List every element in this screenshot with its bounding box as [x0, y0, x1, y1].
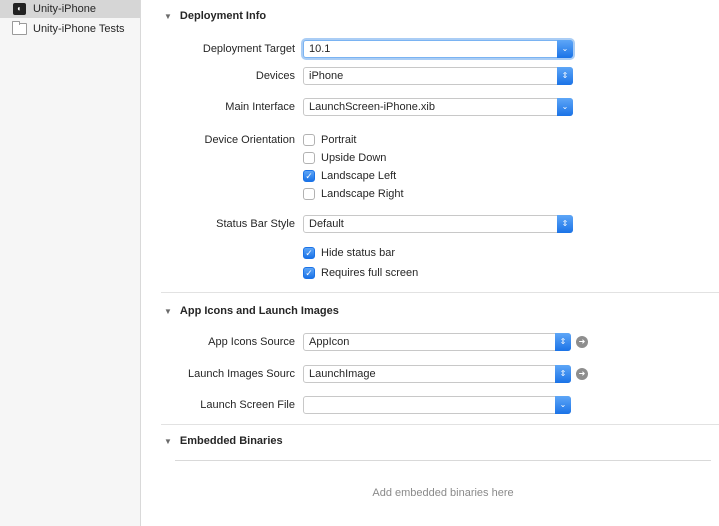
checkbox-landscape-left[interactable]: ✓ Landscape Left [303, 167, 396, 185]
checkbox-hide-status-bar[interactable]: ✓ Hide status bar [303, 244, 395, 262]
deployment-target-combobox[interactable]: 10.1 ⌄ [303, 40, 573, 58]
disclosure-triangle-icon[interactable]: ▼ [164, 307, 172, 316]
section-title: App Icons and Launch Images [179, 305, 339, 317]
status-bar-style-value: Default [309, 218, 344, 230]
disclosure-triangle-icon[interactable]: ▼ [164, 437, 172, 446]
devices-value: iPhone [309, 70, 344, 82]
launch-images-source-popup[interactable]: LaunchImage ⇕ [303, 365, 571, 383]
app-icons-source-label: App Icons Source [208, 336, 295, 348]
disclosure-triangle-icon[interactable]: ▼ [164, 12, 172, 21]
section-title: Deployment Info [179, 10, 267, 22]
checkbox-upside-down[interactable]: Upside Down [303, 149, 386, 167]
updown-chevron-icon[interactable]: ⇕ [557, 67, 573, 85]
go-to-asset-arrow-icon[interactable]: ➜ [576, 368, 588, 380]
sidebar-item-unity-iphone[interactable]: ◐ Unity-iPhone [0, 0, 140, 18]
app-target-icon: ◐ [12, 3, 27, 15]
devices-popup[interactable]: iPhone ⇕ [303, 67, 573, 85]
updown-chevron-icon[interactable]: ⇕ [555, 333, 571, 351]
section-header-embedded-binaries[interactable]: ▼ Embedded Binaries [164, 432, 283, 450]
sidebar-item-label: Unity-iPhone [33, 3, 96, 15]
checkbox-label: Landscape Left [321, 170, 397, 182]
launch-screen-file-combobox[interactable]: ⌄ [303, 396, 571, 414]
checkbox-label: Upside Down [321, 152, 387, 164]
section-header-app-icons[interactable]: ▼ App Icons and Launch Images [164, 302, 339, 320]
deployment-target-value[interactable]: 10.1 [309, 43, 330, 55]
status-bar-style-popup[interactable]: Default ⇕ [303, 215, 573, 233]
checkbox-requires-full-screen[interactable]: ✓ Requires full screen [303, 264, 418, 282]
device-orientation-label: Device Orientation [204, 134, 296, 146]
launch-screen-file-label: Launch Screen File [200, 399, 295, 411]
checkbox-portrait[interactable]: Portrait [303, 131, 356, 149]
sidebar-item-label: Unity-iPhone Tests [33, 23, 125, 35]
checkbox-label: Portrait [321, 134, 357, 146]
section-divider [161, 292, 719, 293]
checkmark-icon[interactable]: ✓ [303, 247, 315, 259]
main-interface-value[interactable]: LaunchScreen-iPhone.xib [309, 101, 435, 113]
targets-sidebar: ◐ Unity-iPhone Unity-iPhone Tests [0, 0, 141, 526]
launch-images-source-label: Launch Images Sourc [187, 368, 295, 380]
devices-label: Devices [255, 70, 295, 82]
embedded-binaries-placeholder: Add embedded binaries here [372, 487, 514, 499]
chevron-down-icon[interactable]: ⌄ [557, 98, 573, 116]
deployment-target-label: Deployment Target [202, 43, 295, 55]
checkbox-label: Landscape Right [321, 188, 404, 200]
folder-icon [12, 21, 27, 35]
section-divider [161, 424, 719, 425]
sidebar-item-unity-iphone-tests[interactable]: Unity-iPhone Tests [0, 20, 140, 38]
section-header-deployment-info[interactable]: ▼ Deployment Info [164, 7, 266, 25]
chevron-down-icon[interactable]: ⌄ [555, 396, 571, 414]
embedded-binaries-list[interactable]: Add embedded binaries here [175, 460, 711, 526]
chevron-down-icon[interactable]: ⌄ [557, 40, 573, 58]
updown-chevron-icon[interactable]: ⇕ [557, 215, 573, 233]
status-bar-style-label: Status Bar Style [216, 218, 295, 230]
checkbox-label: Hide status bar [321, 247, 395, 259]
updown-chevron-icon[interactable]: ⇕ [555, 365, 571, 383]
checkmark-icon[interactable]: ✓ [303, 267, 315, 279]
app-icons-source-value: AppIcon [309, 336, 350, 348]
checkbox-landscape-right[interactable]: Landscape Right [303, 185, 404, 203]
checkmark-icon[interactable]: ✓ [303, 170, 315, 182]
launch-images-source-value: LaunchImage [309, 368, 376, 380]
main-interface-combobox[interactable]: LaunchScreen-iPhone.xib ⌄ [303, 98, 573, 116]
general-settings-panel: ▼ Deployment Info Deployment Target 10.1… [141, 0, 719, 526]
section-title: Embedded Binaries [179, 435, 283, 447]
checkbox-label: Requires full screen [321, 267, 419, 279]
app-icons-source-popup[interactable]: AppIcon ⇕ [303, 333, 571, 351]
checkbox-unchecked-icon[interactable] [303, 134, 315, 146]
go-to-asset-arrow-icon[interactable]: ➜ [576, 336, 588, 348]
main-interface-label: Main Interface [225, 101, 295, 113]
checkbox-unchecked-icon[interactable] [303, 188, 315, 200]
checkbox-unchecked-icon[interactable] [303, 152, 315, 164]
